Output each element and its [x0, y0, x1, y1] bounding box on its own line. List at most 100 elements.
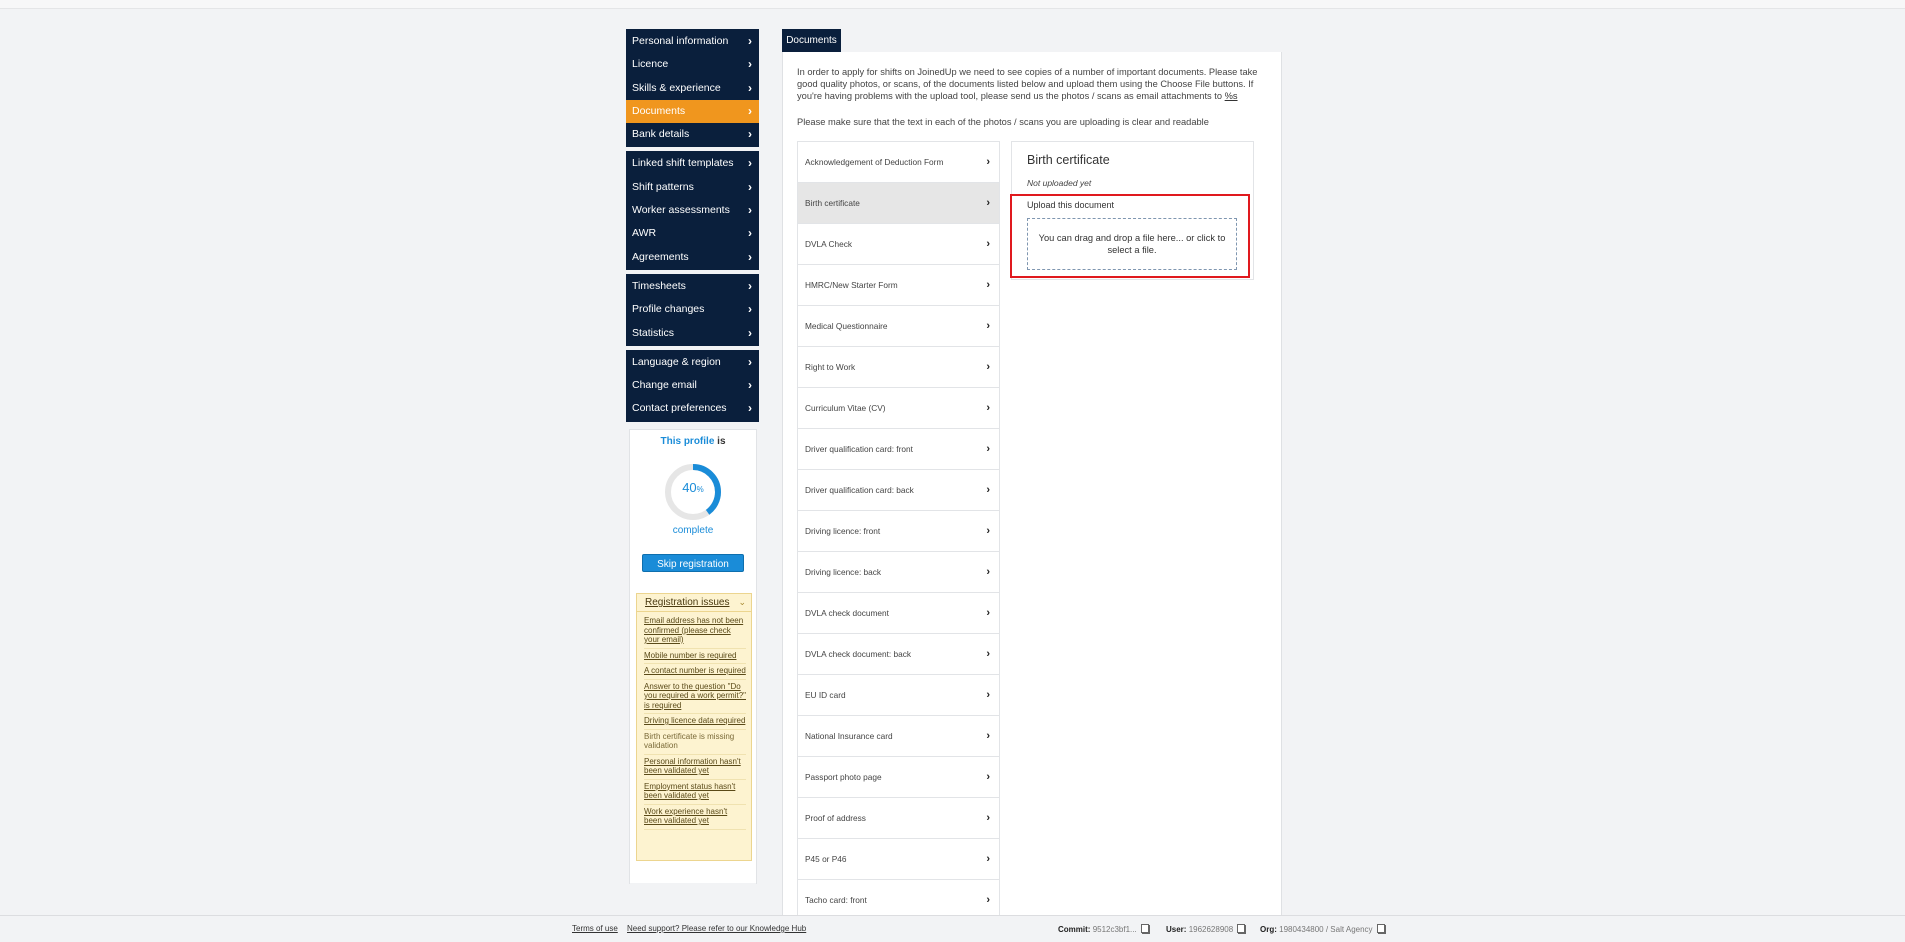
commit-info: Commit: 9512c3bf1...: [1058, 924, 1149, 934]
sidebar-item-label: Statistics: [632, 326, 675, 339]
sidebar-item-agreements[interactable]: Agreements ›: [626, 246, 759, 269]
sidebar-item-personal-information[interactable]: Personal information ›: [626, 30, 759, 53]
document-item-driving-licence-front[interactable]: Driving licence: front ›: [798, 511, 999, 552]
nav-group: Linked shift templates › Shift patterns › Wo…: [626, 151, 759, 270]
registration-issue[interactable]: Email address has not been confirmed (pl…: [644, 614, 746, 649]
sidebar-item-label: Shift patterns: [632, 180, 694, 193]
sidebar-item-statistics[interactable]: Statistics ›: [626, 322, 759, 345]
document-item-dvla-check[interactable]: DVLA Check ›: [798, 224, 999, 265]
sidebar-item-linked-shift-templates[interactable]: Linked shift templates ›: [626, 152, 759, 175]
chevron-right-icon: ›: [986, 238, 990, 250]
chevron-right-icon: ›: [986, 484, 990, 496]
copy-icon[interactable]: [1237, 924, 1246, 933]
sidebar-item-shift-patterns[interactable]: Shift patterns ›: [626, 176, 759, 199]
sidebar-item-skills-experience[interactable]: Skills & experience ›: [626, 77, 759, 100]
document-item-dvla-check-document-back[interactable]: DVLA check document: back ›: [798, 634, 999, 675]
registration-issue: Birth certificate is missing validation: [644, 730, 746, 755]
chevron-right-icon: ›: [986, 566, 990, 578]
registration-issue[interactable]: Mobile number is required: [644, 649, 746, 664]
tab-documents[interactable]: Documents: [782, 29, 841, 52]
nav-group: Personal information › Licence › Skills & ex…: [626, 29, 759, 148]
sidebar-item-language-region[interactable]: Language & region ›: [626, 351, 759, 374]
sidebar-item-label: Timesheets: [632, 279, 686, 292]
document-item-label: Tacho card: front: [805, 895, 867, 905]
intro-text: In order to apply for shifts on JoinedUp…: [797, 67, 1258, 101]
document-item-curriculum-vitae-cv[interactable]: Curriculum Vitae (CV) ›: [798, 388, 999, 429]
registration-issue[interactable]: Employment status hasn't been validated …: [644, 780, 746, 805]
sidebar-item-bank-details[interactable]: Bank details ›: [626, 123, 759, 146]
sidebar-item-contact-preferences[interactable]: Contact preferences ›: [626, 397, 759, 420]
document-item-right-to-work[interactable]: Right to Work ›: [798, 347, 999, 388]
footer: Terms of use Need support? Please refer …: [0, 915, 1905, 942]
sidebar-item-awr[interactable]: AWR ›: [626, 222, 759, 245]
document-item-hmrc-new-starter-form[interactable]: HMRC/New Starter Form ›: [798, 265, 999, 306]
chevron-right-icon: ›: [986, 894, 990, 906]
terms-of-use-link[interactable]: Terms of use: [572, 924, 618, 933]
chevron-right-icon: ›: [986, 279, 990, 291]
sidebar-item-label: Personal information: [632, 35, 729, 47]
sidebar-item-documents[interactable]: Documents ›: [626, 99, 759, 124]
document-item-acknowledgement-of-deduction-form[interactable]: Acknowledgement of Deduction Form ›: [798, 142, 999, 183]
document-item-label: HMRC/New Starter Form: [805, 280, 898, 290]
document-item-passport-photo-page[interactable]: Passport photo page ›: [798, 757, 999, 798]
document-item-label: DVLA Check: [805, 239, 853, 249]
document-item-label: P45 or P46: [805, 854, 847, 864]
chevron-right-icon: ›: [748, 127, 752, 142]
document-item-proof-of-address[interactable]: Proof of address ›: [798, 798, 999, 839]
sidebar-item-change-email[interactable]: Change email ›: [626, 374, 759, 397]
document-title: Birth certificate: [1027, 153, 1110, 167]
document-item-p45-or-p46[interactable]: P45 or P46 ›: [798, 839, 999, 880]
org-info: Org: 1980434800 / Salt Agency: [1260, 924, 1385, 934]
document-item-birth-certificate[interactable]: Birth certificate ›: [798, 183, 999, 224]
readability-note: Please make sure that the text in each o…: [797, 117, 1209, 127]
sidebar-item-licence[interactable]: Licence ›: [626, 53, 759, 76]
registration-issue[interactable]: Work experience hasn't been validated ye…: [644, 805, 746, 830]
document-item-eu-id-card[interactable]: EU ID card ›: [798, 675, 999, 716]
document-item-driving-licence-back[interactable]: Driving licence: back ›: [798, 552, 999, 593]
registration-issue[interactable]: A contact number is required: [644, 664, 746, 680]
sidebar-item-worker-assessments[interactable]: Worker assessments ›: [626, 199, 759, 222]
sidebar-item-label: Bank details: [632, 128, 690, 141]
chevron-down-icon: ⌄: [738, 597, 746, 607]
sidebar-item-label: Documents: [632, 104, 686, 117]
document-item-driver-qualification-card-back[interactable]: Driver qualification card: back ›: [798, 470, 999, 511]
document-item-label: National Insurance card: [805, 731, 893, 741]
completion-percent: 40%: [682, 480, 704, 495]
document-item-label: Driver qualification card: front: [805, 444, 913, 454]
email-link[interactable]: %s: [1225, 91, 1238, 101]
highlight-box: [1010, 194, 1250, 278]
chevron-right-icon: ›: [748, 401, 752, 416]
registration-issue[interactable]: Personal information hasn't been validat…: [644, 755, 746, 780]
chevron-right-icon: ›: [748, 354, 752, 369]
chevron-right-icon: ›: [748, 203, 752, 218]
sidebar-item-profile-changes[interactable]: Profile changes ›: [626, 298, 759, 321]
chevron-right-icon: ›: [748, 226, 752, 241]
document-item-label: Curriculum Vitae (CV): [805, 403, 886, 413]
document-item-driver-qualification-card-front[interactable]: Driver qualification card: front ›: [798, 429, 999, 470]
sidebar-nav: Personal information › Licence › Skills & ex…: [626, 29, 759, 426]
knowledge-hub-link[interactable]: Need support? Please refer to our Knowle…: [627, 924, 806, 933]
chevron-right-icon: ›: [748, 103, 752, 118]
chevron-right-icon: ›: [748, 80, 752, 95]
chevron-right-icon: ›: [986, 689, 990, 701]
copy-icon[interactable]: [1140, 924, 1149, 933]
document-item-label: Birth certificate: [805, 198, 860, 208]
sidebar-item-label: Change email: [632, 379, 697, 392]
document-item-label: Passport photo page: [805, 772, 882, 782]
sidebar-item-label: Linked shift templates: [632, 157, 734, 170]
registration-issue[interactable]: Driving licence data required: [644, 714, 746, 730]
document-item-medical-questionnaire[interactable]: Medical Questionnaire ›: [798, 306, 999, 347]
chevron-right-icon: ›: [986, 443, 990, 455]
document-item-national-insurance-card[interactable]: National Insurance card ›: [798, 716, 999, 757]
registration-issue[interactable]: Answer to the question "Do you required …: [644, 680, 746, 714]
document-item-dvla-check-document[interactable]: DVLA check document ›: [798, 593, 999, 634]
chevron-right-icon: ›: [748, 179, 752, 194]
registration-issues-toggle[interactable]: Registration issues ⌄: [637, 594, 751, 612]
copy-icon[interactable]: [1376, 924, 1385, 933]
chevron-right-icon: ›: [748, 325, 752, 340]
top-bar: [0, 0, 1905, 9]
skip-registration-check-button[interactable]: Skip registration check: [642, 554, 744, 588]
nav-group: Language & region › Change email › Contact p…: [626, 349, 759, 422]
sidebar-item-timesheets[interactable]: Timesheets ›: [626, 275, 759, 298]
sidebar-item-label: Skills & experience: [632, 81, 721, 94]
